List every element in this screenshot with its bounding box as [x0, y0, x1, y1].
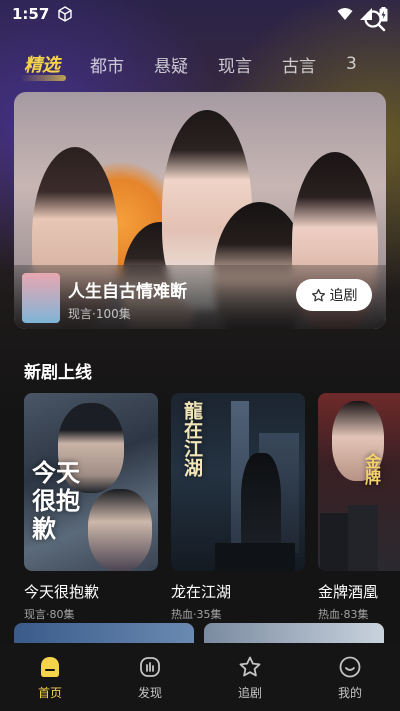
home-icon [41, 657, 59, 677]
tab-featured[interactable]: 精选 [20, 51, 66, 81]
drama-card[interactable]: 金牌 金牌酒凰 热血·83集 [318, 393, 400, 622]
drama-poster: 龍在江湖 [171, 393, 305, 571]
nav-label: 我的 [337, 686, 362, 700]
featured-banner[interactable]: 人生自古情难断 现言·100集 追剧 [14, 92, 386, 329]
nav-home[interactable]: 首页 [10, 655, 90, 701]
category-tabs: 精选 都市 悬疑 现言 古言 3 [0, 44, 400, 84]
poster-title-art: 龍在江湖 [181, 401, 203, 477]
bottom-nav: 首页 发现 追剧 我的 [0, 645, 400, 711]
tab-more[interactable]: 3 [346, 54, 356, 74]
drama-title: 龙在江湖 [171, 583, 232, 601]
drama-meta: 热血·83集 [318, 608, 369, 621]
preview-card[interactable] [204, 623, 384, 643]
banner-meta: 现言·100集 [68, 307, 131, 321]
tab-suspense[interactable]: 悬疑 [154, 52, 188, 77]
wifi-icon [337, 8, 353, 20]
tab-ancient-romance[interactable]: 古言 [282, 52, 316, 77]
profile-icon [339, 656, 361, 678]
poster-title-art: 金牌 [362, 453, 381, 485]
drama-card[interactable]: 今天很抱歉 今天很抱歉 现言·80集 [24, 393, 158, 622]
banner-poster-thumbnail [22, 273, 60, 323]
section-title-new-dramas: 新剧上线 [24, 363, 92, 383]
poster-title-art: 今天很抱歉 [32, 459, 80, 543]
nav-following[interactable]: 追剧 [210, 655, 290, 701]
next-row-preview [14, 623, 400, 643]
drama-card[interactable]: 龍在江湖 龙在江湖 热血·35集 [171, 393, 305, 622]
status-time: 1:57 [12, 5, 50, 23]
banner-info-bar: 人生自古情难断 现言·100集 追剧 [14, 265, 386, 329]
nav-discover[interactable]: 发现 [110, 655, 190, 701]
drama-title: 今天很抱歉 [24, 583, 100, 601]
drama-title: 金牌酒凰 [318, 583, 379, 601]
cube-icon [58, 6, 73, 22]
tab-urban[interactable]: 都市 [90, 52, 124, 77]
tab-modern-romance[interactable]: 现言 [218, 52, 252, 77]
nav-label: 发现 [137, 686, 162, 700]
star-outline-icon [311, 288, 325, 301]
follow-button[interactable]: 追剧 [296, 279, 372, 311]
status-bar: 1:57 [0, 0, 400, 28]
search-button[interactable] [362, 8, 388, 34]
nav-profile[interactable]: 我的 [310, 655, 390, 701]
follow-label: 追剧 [329, 288, 358, 304]
preview-card[interactable] [14, 623, 194, 643]
drama-poster: 金牌 [318, 393, 400, 571]
search-icon [364, 10, 386, 32]
drama-poster: 今天很抱歉 [24, 393, 158, 571]
star-icon [239, 656, 261, 677]
nav-label: 首页 [37, 686, 62, 700]
nav-label: 追剧 [237, 686, 262, 700]
drama-meta: 现言·80集 [24, 608, 75, 621]
new-dramas-list: 今天很抱歉 今天很抱歉 现言·80集 龍在江湖 龙在江湖 热血·35集 金牌 金… [24, 393, 400, 623]
banner-title: 人生自古情难断 [68, 282, 187, 302]
discover-icon [140, 657, 160, 677]
drama-meta: 热血·35集 [171, 608, 222, 621]
